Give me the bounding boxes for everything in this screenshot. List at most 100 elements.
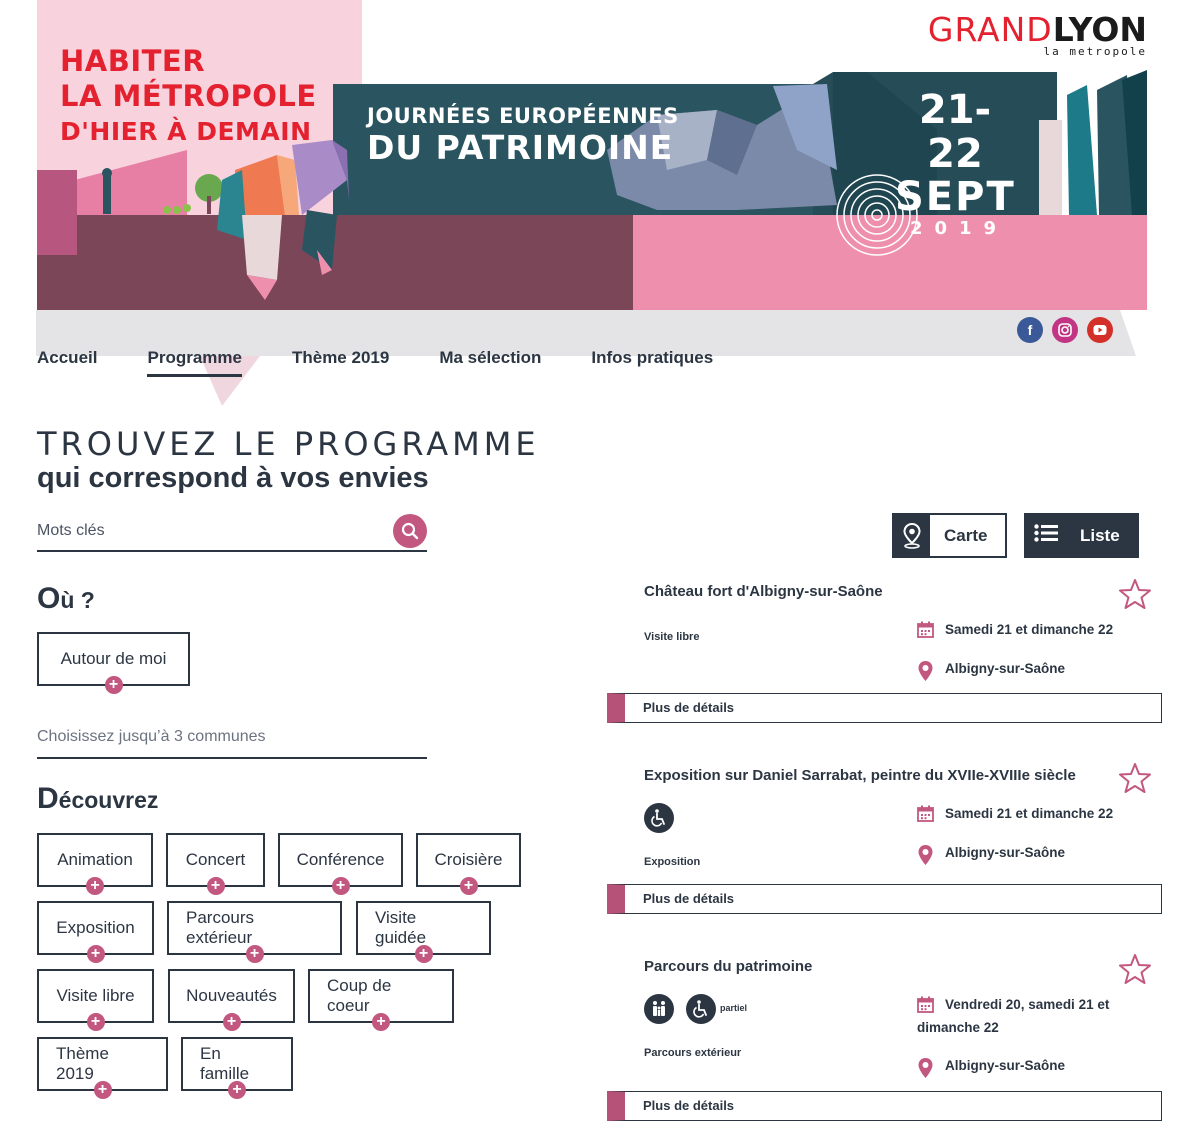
tag-label: En famille	[200, 1044, 250, 1083]
result-place-text: Albigny-sur-Saône	[945, 845, 1066, 860]
plus-icon: +	[86, 877, 104, 895]
logo-lyon: LYON	[1052, 10, 1147, 49]
tag-label: Animation	[57, 850, 133, 869]
habiter-line-1: HABITER	[60, 44, 206, 78]
tag-label: Exposition	[56, 918, 135, 937]
main-navigation: Accueil Programme Thème 2019 Ma sélectio…	[37, 348, 763, 377]
result-type: Exposition	[644, 856, 701, 868]
nav-accueil[interactable]: Accueil	[37, 348, 97, 377]
tag-croisiere[interactable]: Croisière +	[416, 833, 521, 895]
where-heading: Où ?	[37, 582, 95, 616]
communes-select[interactable]: Choisissez jusqu’à 3 communes	[37, 722, 427, 759]
dates-days: 21-22	[918, 87, 992, 177]
result-title[interactable]: Château fort d'Albigny-sur-Saône	[644, 583, 883, 600]
result-date-text: Samedi 21 et dimanche 22	[945, 806, 1114, 821]
plus-icon: +	[222, 1013, 241, 1031]
jep-line-2: DU PATRIMOINE	[367, 128, 674, 167]
tag-conference[interactable]: Conférence +	[278, 833, 403, 895]
plus-icon: +	[93, 1081, 112, 1099]
favorite-star-icon[interactable]	[1119, 762, 1151, 794]
favorite-star-icon[interactable]	[1119, 953, 1151, 985]
event-dates: 21-22 SEPT 2019	[895, 88, 1015, 239]
around-me-button[interactable]: Autour de moi +	[37, 632, 190, 694]
where-heading-rest: ù ?	[60, 587, 95, 613]
jep-title: JOURNÉES EUROPÉENNES DU PATRIMOINE	[367, 104, 679, 168]
discover-heading-initial: D	[37, 782, 59, 815]
location-pin-icon	[917, 841, 935, 873]
favorite-star-icon[interactable]	[1119, 578, 1151, 610]
list-view-button[interactable]: Liste	[1024, 513, 1139, 558]
result-title[interactable]: Exposition sur Daniel Sarrabat, peintre …	[644, 767, 1076, 784]
details-button[interactable]: Plus de détails	[607, 884, 1162, 914]
plus-icon: +	[86, 1013, 105, 1031]
calendar-icon	[917, 802, 935, 829]
plus-icon: +	[206, 877, 225, 895]
tag-concert[interactable]: Concert +	[166, 833, 265, 895]
youtube-icon[interactable]	[1087, 317, 1113, 343]
search-title: TROUVEZ LE PROGRAMME	[37, 425, 540, 463]
tag-label: Croisière	[434, 850, 503, 869]
result-place: Albigny-sur-Saône	[917, 657, 1065, 689]
result-date: Samedi 21 et dimanche 22	[917, 618, 1113, 645]
plus-icon: +	[228, 1081, 246, 1099]
plus-icon: +	[86, 945, 105, 963]
facebook-icon[interactable]: f	[1017, 317, 1043, 343]
keywords-field-wrapper	[37, 514, 427, 552]
details-button[interactable]: Plus de détails	[607, 1091, 1162, 1121]
plus-icon: +	[104, 676, 123, 694]
communes-placeholder: Choisissez jusqu’à 3 communes	[37, 728, 266, 745]
tag-visite-libre[interactable]: Visite libre +	[37, 969, 154, 1031]
search-button[interactable]	[393, 514, 427, 548]
wheelchair-icon	[686, 994, 716, 1024]
tag-label: Conférence	[296, 850, 385, 869]
grandlyon-logo[interactable]: GRANDLYON la metropole	[928, 10, 1147, 58]
list-icon	[1034, 524, 1058, 547]
location-pin-icon	[917, 657, 935, 689]
discover-heading-rest: écouvrez	[58, 787, 159, 813]
instagram-icon[interactable]	[1052, 317, 1078, 343]
tag-label: Visite guidée	[375, 908, 427, 947]
nav-theme-2019[interactable]: Thème 2019	[292, 348, 389, 377]
logo-grand: GRAND	[927, 10, 1053, 49]
nav-ma-selection[interactable]: Ma sélection	[439, 348, 541, 377]
tag-en-famille[interactable]: En famille +	[181, 1037, 293, 1099]
discover-heading: Découvrez	[37, 782, 158, 816]
tag-label: Visite libre	[56, 986, 135, 1005]
tag-visite-guidee[interactable]: Visite guidée +	[356, 901, 491, 963]
tag-nouveautes[interactable]: Nouveautés +	[168, 969, 295, 1031]
result-title[interactable]: Parcours du patrimoine	[644, 958, 812, 975]
tag-label: Nouveautés	[186, 986, 277, 1005]
tag-label: Parcours extérieur	[186, 908, 255, 947]
tag-label: Coup de coeur	[327, 976, 392, 1015]
location-pin-icon	[917, 1054, 935, 1086]
tag-coup-de-coeur[interactable]: Coup de coeur +	[308, 969, 454, 1031]
family-icon	[644, 994, 674, 1024]
map-view-button[interactable]: Carte	[892, 513, 1007, 558]
tag-animation[interactable]: Animation +	[37, 833, 153, 895]
nav-infos-pratiques[interactable]: Infos pratiques	[591, 348, 713, 377]
around-me-label: Autour de moi	[60, 649, 167, 668]
dates-year: 2019	[909, 218, 1009, 239]
where-heading-initial: O	[37, 582, 61, 615]
result-place-text: Albigny-sur-Saône	[945, 661, 1066, 676]
plus-icon: +	[372, 1013, 390, 1031]
tag-label: Concert	[185, 850, 246, 869]
nav-programme[interactable]: Programme	[147, 348, 242, 377]
tag-parcours-exterieur[interactable]: Parcours extérieur +	[167, 901, 342, 963]
result-type: Parcours extérieur	[644, 1047, 742, 1059]
social-links: f	[1017, 317, 1113, 343]
result-date: Samedi 21 et dimanche 22	[917, 802, 1113, 829]
calendar-icon	[917, 618, 935, 645]
result-place-text: Albigny-sur-Saône	[945, 1058, 1066, 1073]
keywords-input[interactable]	[37, 514, 377, 548]
tag-theme-2019[interactable]: Thème 2019 +	[37, 1037, 168, 1099]
tag-label: Thème 2019	[56, 1044, 109, 1083]
details-button[interactable]: Plus de détails	[607, 693, 1162, 723]
map-pin-icon	[894, 515, 930, 556]
jep-line-1: JOURNÉES EUROPÉENNES	[367, 104, 679, 128]
habiter-line-2: LA MÉTROPOLE	[60, 79, 317, 113]
accessibility-partial-note: partiel	[720, 1003, 748, 1013]
plus-icon: +	[414, 945, 433, 963]
tag-exposition[interactable]: Exposition +	[37, 901, 154, 963]
result-place: Albigny-sur-Saône	[917, 1054, 1065, 1086]
